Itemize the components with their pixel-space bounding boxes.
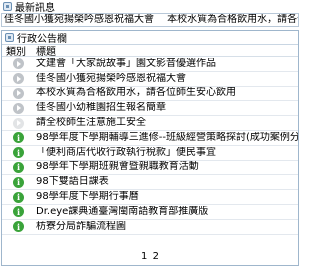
info-icon: i: [13, 191, 24, 203]
info-icon: i: [13, 221, 24, 233]
news-title: 最新訊息: [15, 3, 55, 14]
item-title[interactable]: 98學年度下學期行事曆: [36, 191, 139, 203]
list-item[interactable]: i 98學年下學期班親會暨親職教育活動: [2, 161, 298, 176]
announcement-panel: 行政公告欄 類別 標題 文建會「大家說故事」園文影音優選作品 佳冬國小獲宛揚榮吟…: [1, 30, 299, 266]
info-icon: i: [13, 176, 24, 188]
list-item[interactable]: i 98學年度下學期輔導三進修--班級經營策略探討(成功案例分享): [2, 131, 298, 146]
announcement-list: 文建會「大家說故事」園文影音優選作品 佳冬國小獲宛揚榮吟感恩祝福大會 本校水質為…: [2, 57, 298, 235]
item-title[interactable]: 98學年下學期班親會暨親職教育活動: [36, 161, 199, 173]
list-item[interactable]: 佳冬國小幼稚園招生報名簡章: [2, 101, 298, 117]
item-title[interactable]: 「便利商店代收行政執行稅款」便民事宜: [36, 147, 216, 159]
info-icon: i: [13, 161, 24, 173]
pagination: 1 2: [2, 251, 298, 262]
news-header: 最新訊息: [0, 0, 300, 14]
column-headers: 類別 標題: [2, 45, 298, 58]
item-title[interactable]: 98學年度下學期輔導三進修--班級經營策略探討(成功案例分享): [36, 132, 298, 144]
arrow-right-icon: [13, 87, 24, 99]
list-item[interactable]: i 98下雙語日課表: [2, 175, 298, 191]
list-item[interactable]: i 枋寮分局詐騙流程圖: [2, 220, 298, 235]
arrow-right-icon: [13, 58, 24, 70]
list-item[interactable]: 文建會「大家說故事」園文影音優選作品: [2, 57, 298, 72]
page-link[interactable]: 1: [141, 251, 147, 262]
info-icon: i: [13, 147, 24, 159]
arrow-right-icon: [13, 117, 24, 129]
item-title[interactable]: 佳冬國小幼稚園招生報名簡章: [36, 102, 166, 114]
list-item[interactable]: i 98學年度下學期行事曆: [2, 190, 298, 205]
item-title[interactable]: Dr.eye課典通臺灣閩南語教育部推廣版: [36, 206, 208, 218]
item-title[interactable]: 本校水質為合格飲用水，請各位師生安心飲用: [36, 87, 236, 99]
news-marquee[interactable]: 佳冬國小獲宛揚榮吟感恩祝福大會 本校水質為合格飲用水，請各位師生: [1, 13, 299, 27]
item-title[interactable]: 佳冬國小獲宛揚榮吟感恩祝福大會: [36, 73, 186, 85]
arrow-right-icon: [13, 73, 24, 85]
list-item[interactable]: i Dr.eye課典通臺灣閩南語教育部推廣版: [2, 205, 298, 220]
column-title: 標題: [36, 47, 56, 58]
list-item[interactable]: i 「便利商店代收行政執行稅款」便民事宜: [2, 146, 298, 161]
list-item[interactable]: 請全校師生注意施工安全: [2, 116, 298, 131]
list-item[interactable]: 本校水質為合格飲用水，請各位師生安心飲用: [2, 87, 298, 102]
page-link[interactable]: 2: [153, 251, 159, 262]
news-icon: [3, 2, 12, 11]
item-title[interactable]: 請全校師生注意施工安全: [36, 117, 146, 129]
item-title[interactable]: 枋寮分局詐騙流程圖: [36, 221, 126, 233]
column-type: 類別: [6, 47, 26, 58]
item-title[interactable]: 98下雙語日課表: [36, 176, 109, 188]
item-title[interactable]: 文建會「大家說故事」園文影音優選作品: [36, 58, 216, 70]
board-icon: [5, 33, 14, 42]
arrow-right-icon: [13, 102, 24, 114]
list-item[interactable]: 佳冬國小獲宛揚榮吟感恩祝福大會: [2, 72, 298, 87]
info-icon: i: [13, 132, 24, 144]
info-icon: i: [13, 206, 24, 218]
